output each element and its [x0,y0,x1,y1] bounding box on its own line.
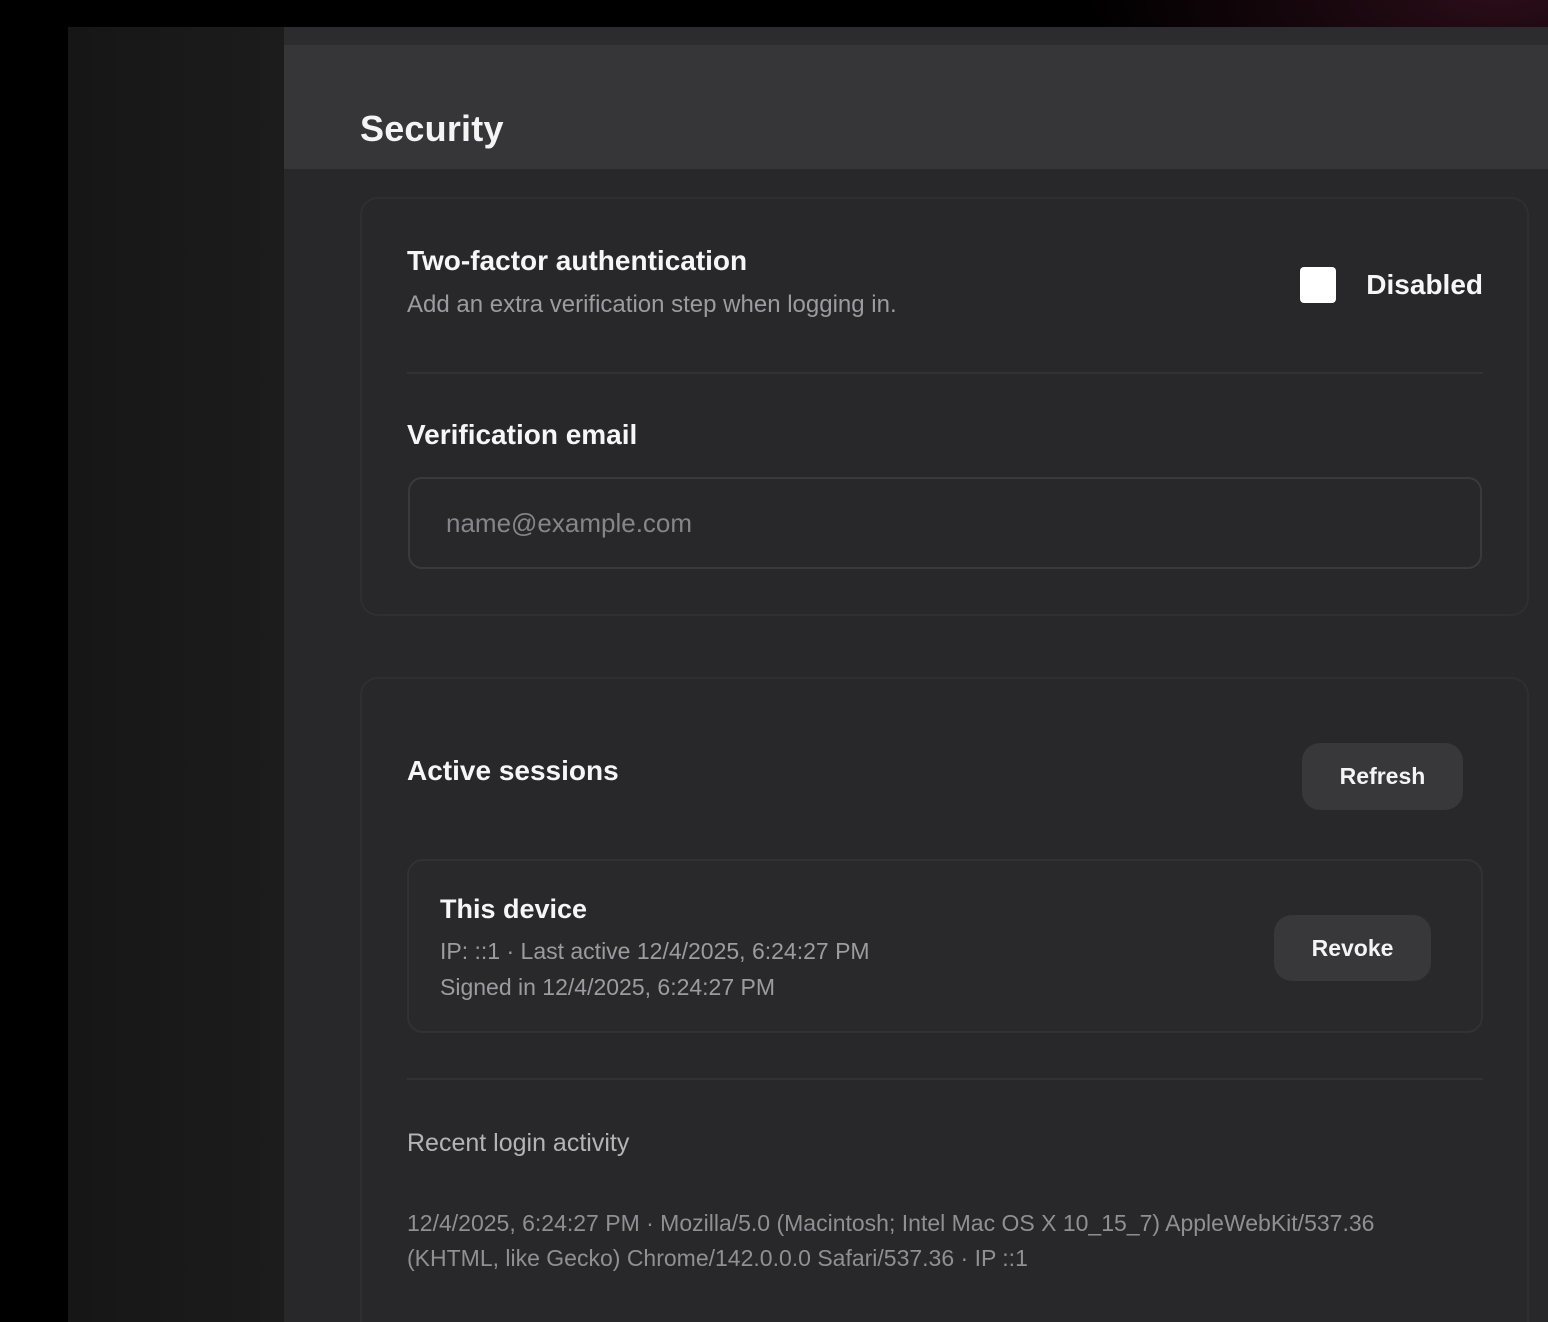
app-window: Security Two-factor authentication Add a… [68,27,1548,1322]
main-content: Security Two-factor authentication Add a… [284,27,1548,1322]
sessions-card: Active sessions Refresh This device IP: … [360,677,1529,1322]
sessions-title: Active sessions [407,755,619,786]
page-header: Security [284,45,1548,169]
two-factor-toggle[interactable]: Disabled [1300,267,1483,303]
session-last-active: IP: ::1 · Last active 12/4/2025, 6:24:27… [440,938,870,964]
two-factor-checkbox[interactable] [1300,267,1337,303]
verification-email-input[interactable] [408,477,1482,569]
recent-activity-label: Recent login activity [407,1129,630,1157]
session-item: This device IP: ::1 · Last active 12/4/2… [407,859,1483,1033]
sidebar [68,27,284,1322]
session-device-name: This device [440,894,588,924]
page-title: Security [360,108,504,149]
refresh-button[interactable]: Refresh [1302,743,1463,810]
divider [407,1078,1483,1080]
two-factor-status-label: Disabled [1366,269,1483,300]
verification-email-label: Verification email [407,419,638,450]
top-strip [284,27,1548,45]
two-factor-title: Two-factor authentication [407,245,748,276]
session-signed-in: Signed in 12/4/2025, 6:24:27 PM [440,974,776,1000]
divider [407,372,1483,374]
screen-background: Security Two-factor authentication Add a… [0,0,1548,1322]
two-factor-description: Add an extra verification step when logg… [407,291,897,318]
revoke-button[interactable]: Revoke [1274,915,1431,981]
recent-activity-entry: 12/4/2025, 6:24:27 PM · Mozilla/5.0 (Mac… [407,1210,1375,1271]
two-factor-card: Two-factor authentication Add an extra v… [360,197,1529,616]
